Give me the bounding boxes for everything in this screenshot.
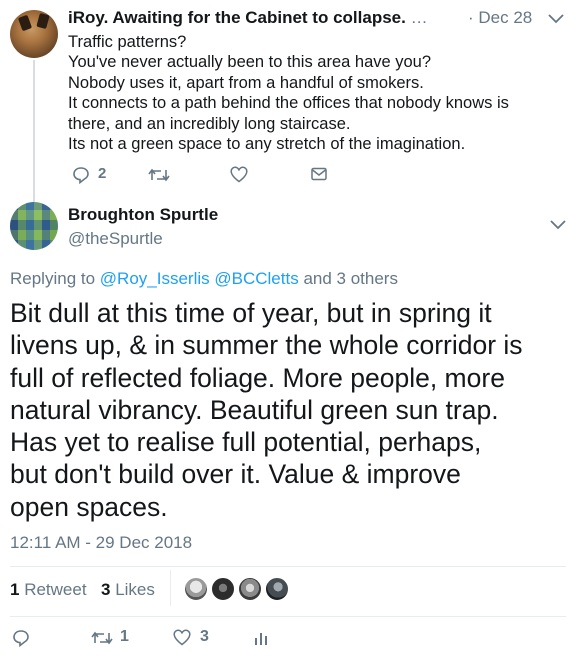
chevron-down-icon[interactable] xyxy=(548,14,564,24)
tweet-line: natural vibrancy. Beautiful green sun tr… xyxy=(10,394,499,425)
reply-icon[interactable] xyxy=(12,629,30,647)
replying-suffix[interactable]: and 3 others xyxy=(303,269,398,288)
reply-icon[interactable] xyxy=(72,166,90,184)
tweet-line: open spaces. xyxy=(10,491,168,522)
retweet-stat[interactable]: 1 Retweet xyxy=(10,580,87,600)
tweet-timestamp[interactable]: 12:11 AM - 29 Dec 2018 xyxy=(10,533,192,553)
retweet-stat-count: 1 xyxy=(10,580,20,599)
avatar[interactable] xyxy=(238,577,262,601)
parent-author-name[interactable]: iRoy. Awaiting for the Cabinet to collap… xyxy=(68,8,451,28)
parent-line: It connects to a path behind the offices… xyxy=(68,94,509,113)
ellipsis: … xyxy=(410,8,428,27)
tweet-line: livens up, & in summer the whole corrido… xyxy=(10,330,523,361)
author-name[interactable]: Broughton Spurtle xyxy=(68,205,218,225)
chevron-down-icon[interactable] xyxy=(550,220,566,230)
parent-line: there, and an incredibly long staircase. xyxy=(68,114,351,133)
author-handle[interactable]: @theSpurtle xyxy=(68,229,163,249)
like-count[interactable]: 3 xyxy=(200,628,209,646)
tweet-line: full of reflected foliage. More people, … xyxy=(10,362,505,393)
heart-icon[interactable] xyxy=(173,629,191,646)
retweet-icon[interactable] xyxy=(148,168,170,182)
avatar[interactable] xyxy=(184,577,208,601)
reply-count[interactable]: 2 xyxy=(98,165,106,182)
analytics-icon[interactable] xyxy=(254,630,268,646)
avatar[interactable] xyxy=(265,577,289,601)
tweet-body: Bit dull at this time of year, but in sp… xyxy=(10,297,572,523)
heart-icon[interactable] xyxy=(230,166,248,183)
parent-line: You've never actually been to this area … xyxy=(68,53,432,72)
likes-stat-label: Likes xyxy=(115,580,155,599)
avatar[interactable] xyxy=(211,577,235,601)
retweet-count[interactable]: 1 xyxy=(120,628,129,646)
tweet-line: Has yet to realise full potential, perha… xyxy=(10,427,482,458)
likes-stat[interactable]: 3 Likes xyxy=(101,580,155,600)
likes-stat-count: 3 xyxy=(101,580,111,599)
mention-link[interactable]: @Roy_Isserlis xyxy=(100,269,210,288)
parent-tweet-text: Traffic patterns? You've never actually … xyxy=(68,32,568,154)
replying-prefix: Replying to xyxy=(10,269,96,288)
retweet-icon[interactable] xyxy=(91,631,113,645)
replying-to: Replying to @Roy_Isserlis @BCCletts and … xyxy=(10,269,398,289)
avatar[interactable] xyxy=(10,10,58,58)
parent-line: Traffic patterns? xyxy=(68,33,187,51)
mention-link[interactable]: @BCCletts xyxy=(214,269,298,288)
message-icon[interactable] xyxy=(311,167,327,181)
avatar[interactable] xyxy=(10,202,58,250)
tweet-line: Bit dull at this time of year, but in sp… xyxy=(10,298,492,328)
divider xyxy=(170,570,171,606)
retweet-stat-label: Retweet xyxy=(24,580,87,599)
parent-date[interactable]: · Dec 28 xyxy=(468,8,532,28)
tweet-line: but don't build over it. Value & improve xyxy=(10,459,461,490)
divider xyxy=(10,566,566,567)
parent-line: Its not a green space to any stretch of … xyxy=(68,135,466,154)
divider xyxy=(10,616,566,617)
parent-line: Nobody uses it, apart from a handful of … xyxy=(68,73,424,92)
thread-line xyxy=(33,60,35,210)
